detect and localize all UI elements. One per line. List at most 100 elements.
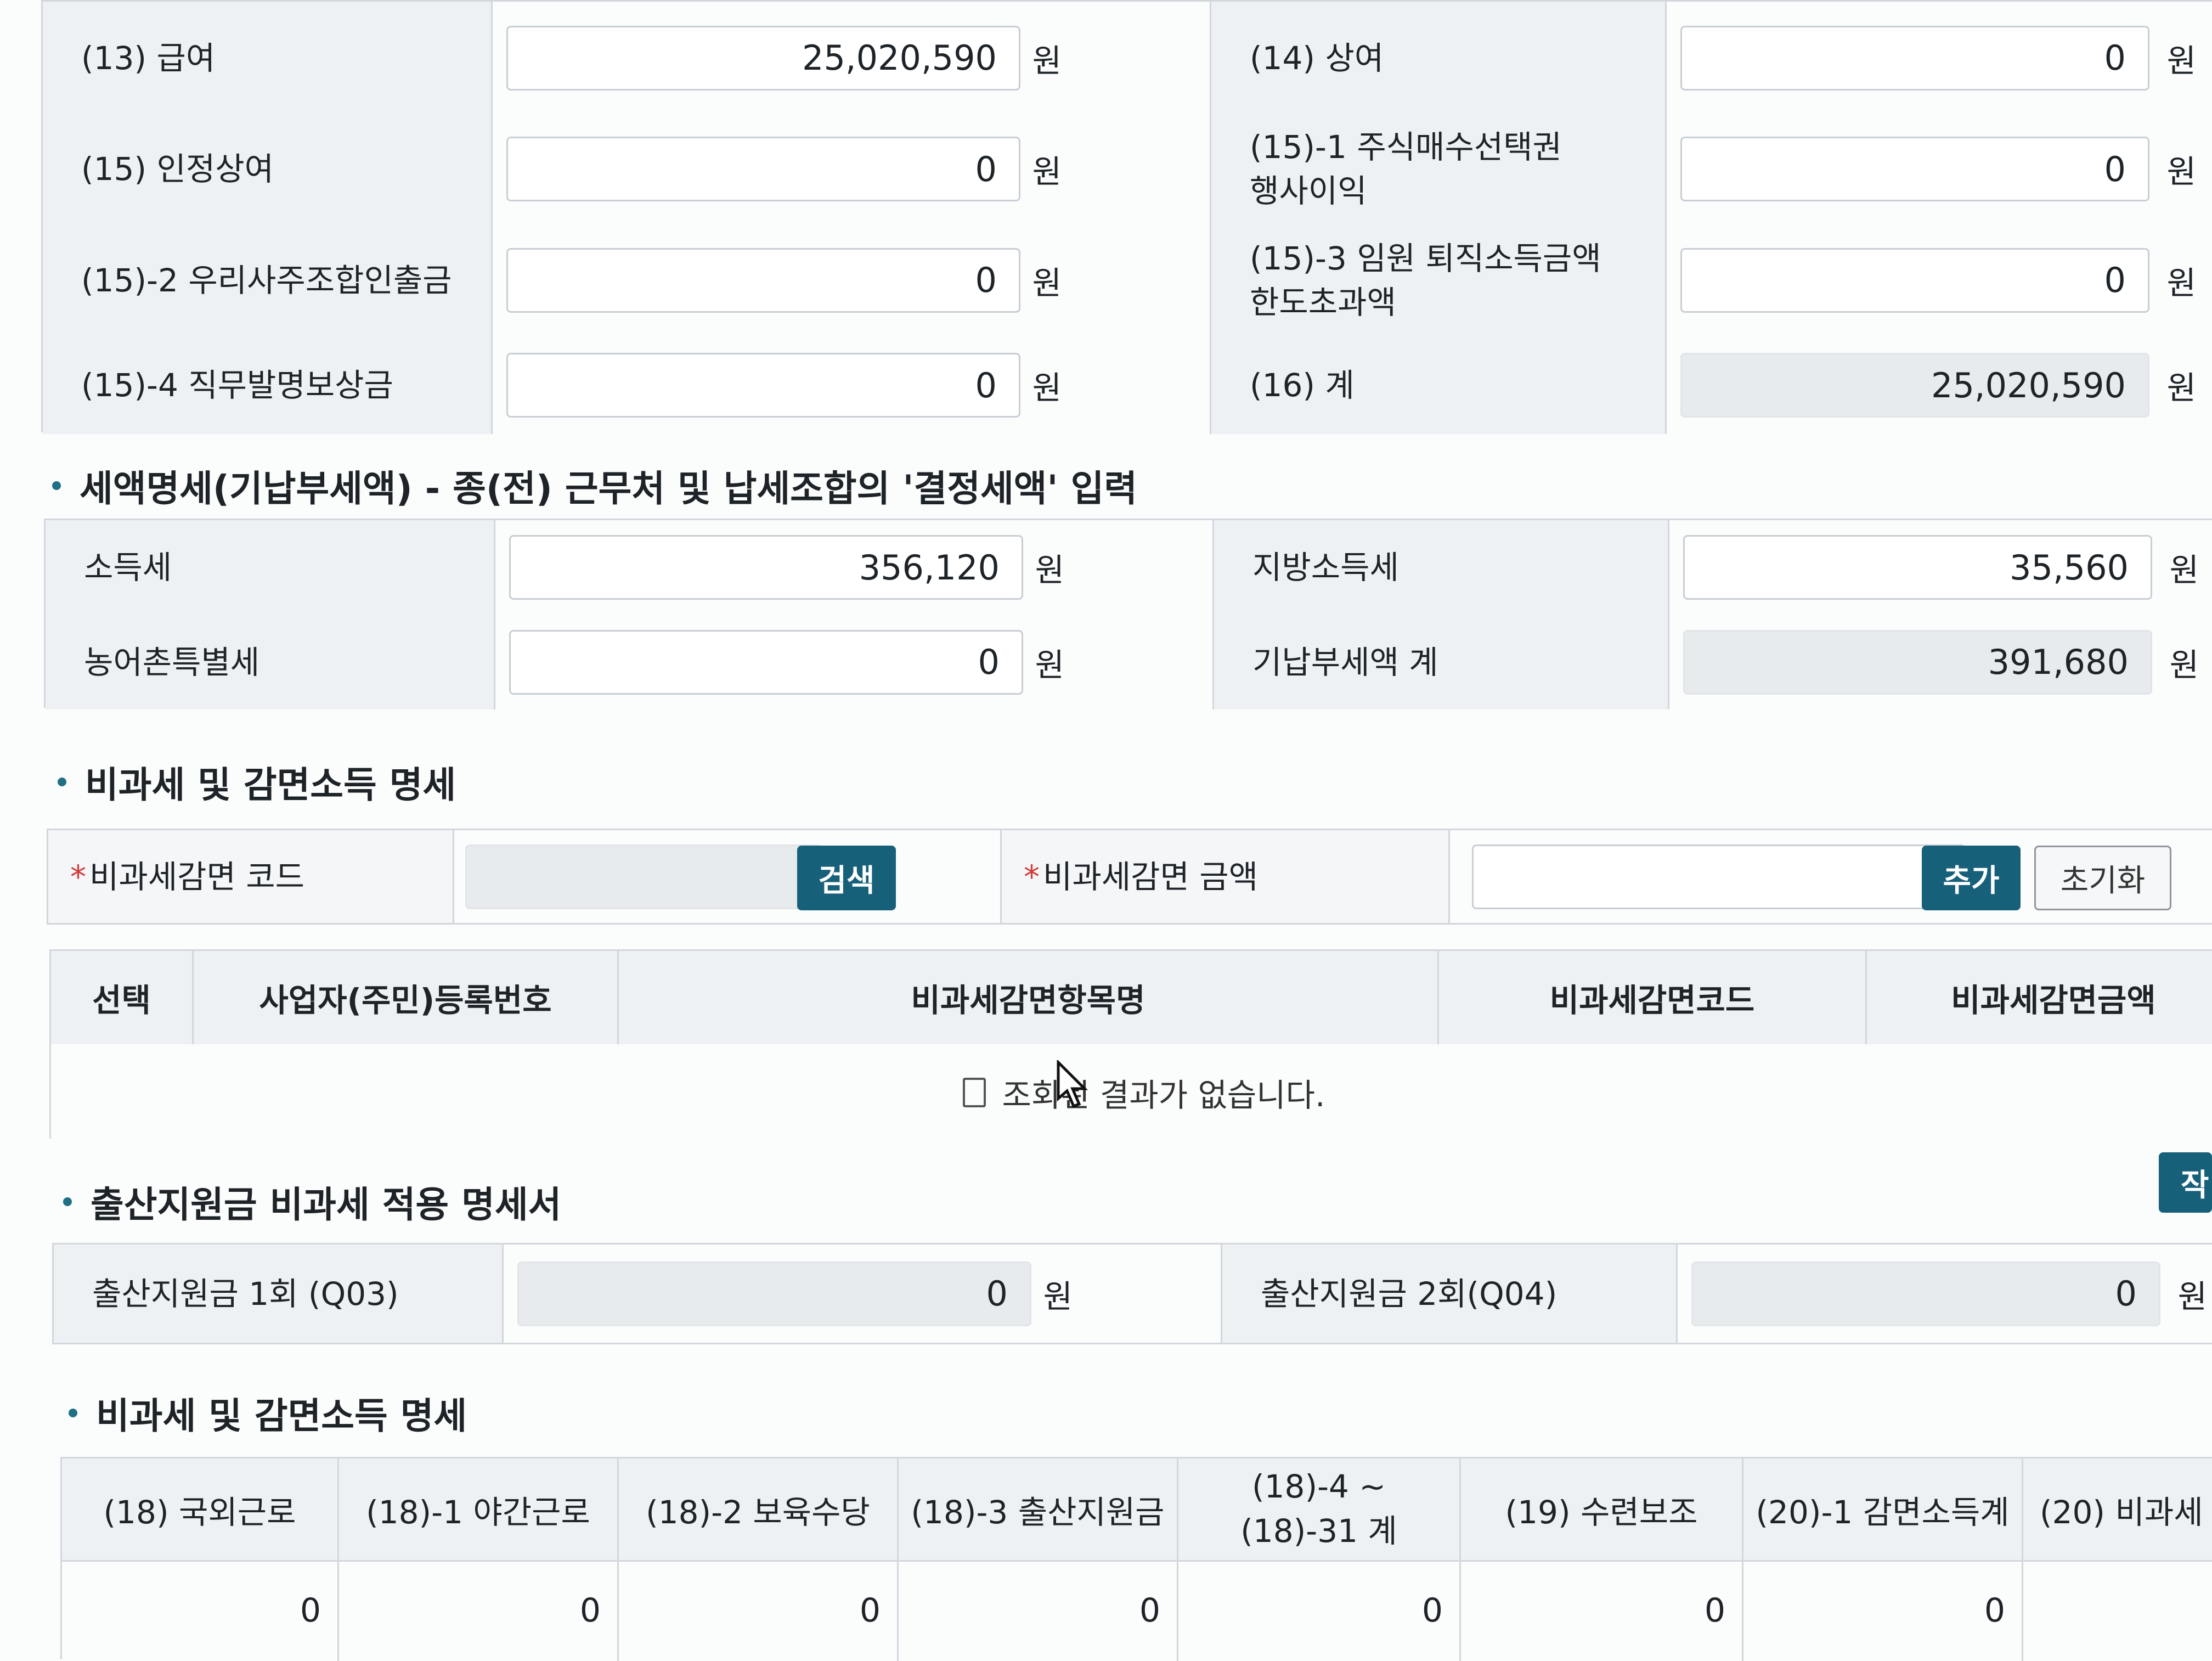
tax-row-2: 농어촌특별세 0 원 기납부세액 계 391,680 원 bbox=[46, 615, 2212, 710]
bonus-input[interactable]: 0 bbox=[1680, 25, 2149, 91]
label-invention: (15)-4 직무발명보상금 bbox=[43, 336, 493, 434]
write-button[interactable]: 작 bbox=[2159, 1152, 2212, 1213]
unit-label: 원 bbox=[1032, 42, 1062, 80]
required-mark: * bbox=[70, 858, 86, 896]
unit-label: 원 bbox=[1035, 646, 1064, 684]
income-row-salary: (13) 급여 25,020,590 원 (14) 상여 0 원 bbox=[43, 2, 2212, 116]
label-nontax-code: * 비과세감면 코드 bbox=[48, 830, 454, 923]
section-title-birth: 출산지원금 비과세 적용 명세서 bbox=[63, 1174, 561, 1229]
value-training: 0 bbox=[1461, 1560, 1743, 1661]
bonus-cell: 0 원 bbox=[1667, 2, 2212, 114]
unit-label: 원 bbox=[1032, 369, 1062, 407]
esop-cell: 0 원 bbox=[493, 224, 1211, 336]
section-title-tax: 세액명세(기납부세액) - 종(전) 근무처 및 납세조합의 '결정세액' 입력 bbox=[52, 458, 1137, 513]
income-row-esop: (15)-2 우리사주조합인출금 0 원 (15)-3 임원 퇴직소득금액 한도… bbox=[43, 224, 2212, 338]
salary-input[interactable]: 25,020,590 bbox=[506, 25, 1020, 91]
tax-form-page: (13) 급여 25,020,590 원 (14) 상여 0 원 (15) 인정… bbox=[0, 0, 2212, 1661]
col-header-nontax: (20) 비과세 bbox=[2023, 1459, 2212, 1560]
required-mark: * bbox=[1024, 858, 1040, 896]
invention-input[interactable]: 0 bbox=[506, 353, 1020, 418]
exec-retirement-input[interactable]: 0 bbox=[1680, 247, 2149, 313]
label-income-total: (16) 계 bbox=[1211, 336, 1667, 434]
section-title-summary: 비과세 및 감면소득 명세 bbox=[69, 1386, 467, 1440]
empty-message: 조회된 결과가 없습니다. bbox=[1002, 1076, 1325, 1114]
income-total-value: 25,020,590 bbox=[1680, 353, 2149, 418]
reset-button[interactable]: 초기화 bbox=[2034, 846, 2171, 910]
income-grid: (13) 급여 25,020,590 원 (14) 상여 0 원 (15) 인정… bbox=[41, 0, 2212, 434]
unit-label: 원 bbox=[2166, 369, 2196, 407]
income-row-invention: (15)-4 직무발명보상금 0 원 (16) 계 25,020,590 원 bbox=[43, 336, 2212, 434]
nontax-input-bar: * 비과세감면 코드 검색 * 비과세감면 금액 추가 초기화 bbox=[47, 829, 2212, 925]
col-header-reduced-total: (20)-1 감면소득계 bbox=[1743, 1459, 2023, 1560]
income-tax-input[interactable]: 356,120 bbox=[509, 535, 1023, 600]
summary-table: (18) 국외근로 (18)-1 야간근로 (18)-2 보육수당 (18)-3… bbox=[60, 1457, 2212, 1661]
stock-option-input[interactable]: 0 bbox=[1680, 137, 2149, 201]
recognized-bonus-input[interactable]: 0 bbox=[506, 137, 1020, 201]
stock-option-cell: 0 원 bbox=[1667, 114, 2212, 224]
col-header-childcare: (18)-2 보육수당 bbox=[619, 1459, 899, 1560]
unit-label: 원 bbox=[1032, 264, 1062, 302]
col-header-training: (19) 수련보조 bbox=[1461, 1459, 1743, 1560]
bullet-icon bbox=[63, 1197, 72, 1206]
income-total-cell: 25,020,590 원 bbox=[1667, 336, 2212, 434]
label-local-tax: 지방소득세 bbox=[1214, 520, 1669, 615]
birth-q04-cell: 0 원 bbox=[1678, 1245, 2212, 1343]
add-button[interactable]: 추가 bbox=[1922, 846, 2021, 910]
nontax-amount-input[interactable] bbox=[1472, 844, 1966, 909]
exec-retirement-cell: 0 원 bbox=[1667, 224, 2212, 336]
rural-tax-input[interactable]: 0 bbox=[509, 629, 1023, 695]
birth-q04-value: 0 bbox=[1691, 1261, 2160, 1326]
table-header-row: 선택 사업자(주민)등록번호 비과세감면항목명 비과세감면코드 비과세감면금액 bbox=[51, 951, 2212, 1046]
col-header-item-name: 비과세감면항목명 bbox=[619, 951, 1439, 1044]
nontax-table: 선택 사업자(주민)등록번호 비과세감면항목명 비과세감면코드 비과세감면금액 … bbox=[49, 949, 2212, 1140]
label-birth-q03: 출산지원금 1회 (Q03) bbox=[54, 1245, 504, 1343]
local-tax-cell: 35,560 원 bbox=[1669, 520, 2212, 615]
local-tax-input[interactable]: 35,560 bbox=[1683, 535, 2152, 600]
label-nontax-amount: * 비과세감면 금액 bbox=[1000, 830, 1450, 923]
value-birth-support: 0 bbox=[899, 1560, 1178, 1661]
label-rural-tax: 농어촌특별세 bbox=[46, 615, 495, 710]
unit-label: 원 bbox=[2166, 153, 2196, 190]
label-recognized-bonus: (15) 인정상여 bbox=[43, 114, 493, 224]
label-bonus: (14) 상여 bbox=[1211, 2, 1667, 114]
value-night: 0 bbox=[339, 1560, 619, 1661]
tax-grid: 소득세 356,120 원 지방소득세 35,560 원 농어촌특별세 0 원 … bbox=[44, 519, 2212, 710]
invention-cell: 0 원 bbox=[493, 336, 1211, 434]
label-prepaid-total: 기납부세액 계 bbox=[1214, 615, 1669, 710]
birth-q03-cell: 0 원 bbox=[504, 1245, 1222, 1343]
label-income-tax: 소득세 bbox=[46, 520, 495, 615]
col-header-code: 비과세감면코드 bbox=[1439, 951, 1867, 1044]
esop-input[interactable]: 0 bbox=[506, 247, 1020, 313]
value-overseas: 0 bbox=[62, 1560, 339, 1661]
label-salary: (13) 급여 bbox=[43, 2, 493, 114]
salary-cell: 25,020,590 원 bbox=[493, 2, 1211, 114]
search-button[interactable]: 검색 bbox=[797, 846, 896, 910]
bullet-icon bbox=[58, 778, 66, 786]
unit-label: 원 bbox=[2169, 646, 2199, 684]
unit-label: 원 bbox=[2177, 1277, 2207, 1315]
label-birth-q04: 출산지원금 2회(Q04) bbox=[1222, 1245, 1678, 1343]
prepaid-total-cell: 391,680 원 bbox=[1669, 615, 2212, 710]
col-header-select: 선택 bbox=[51, 951, 194, 1044]
summary-value-row: 0 0 0 0 0 0 0 bbox=[62, 1560, 2212, 1661]
bullet-icon bbox=[69, 1409, 77, 1417]
unit-label: 원 bbox=[2166, 264, 2196, 302]
nontax-code-input[interactable] bbox=[465, 844, 822, 909]
summary-header-row: (18) 국외근로 (18)-1 야간근로 (18)-2 보육수당 (18)-3… bbox=[62, 1459, 2212, 1562]
birth-grid: 출산지원금 1회 (Q03) 0 원 출산지원금 2회(Q04) 0 원 bbox=[52, 1243, 2212, 1344]
value-nontax bbox=[2023, 1560, 2212, 1661]
label-esop: (15)-2 우리사주조합인출금 bbox=[43, 224, 493, 336]
section-title-nontax: 비과세 및 감면소득 명세 bbox=[58, 755, 456, 809]
value-childcare: 0 bbox=[619, 1560, 899, 1661]
col-header-birth-support: (18)-3 출산지원금 bbox=[899, 1459, 1178, 1560]
unit-label: 원 bbox=[1032, 153, 1062, 190]
income-tax-cell: 356,120 원 bbox=[495, 520, 1214, 615]
col-header-night: (18)-1 야간근로 bbox=[339, 1459, 619, 1560]
value-18-4-to-31: 0 bbox=[1178, 1560, 1461, 1661]
empty-result-row: 조회된 결과가 없습니다. bbox=[51, 1044, 2212, 1140]
birth-q03-value: 0 bbox=[517, 1261, 1031, 1326]
tax-row-1: 소득세 356,120 원 지방소득세 35,560 원 bbox=[46, 520, 2212, 616]
col-header-overseas: (18) 국외근로 bbox=[62, 1459, 339, 1560]
income-row-recognized-bonus: (15) 인정상여 0 원 (15)-1 주식매수선택권 행사이익 0 원 bbox=[43, 114, 2212, 226]
value-reduced-total: 0 bbox=[1743, 1560, 2023, 1661]
